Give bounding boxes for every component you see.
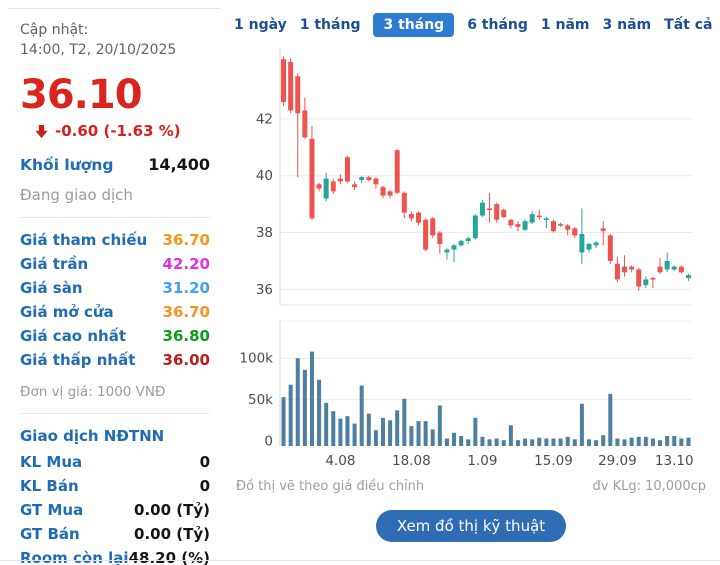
price-row-value: 31.20 bbox=[163, 279, 210, 297]
price-row-label: Giá tham chiếu bbox=[20, 231, 147, 249]
update-timestamp: 14:00, T2, 20/10/2025 bbox=[20, 41, 210, 61]
foreign-row-kl-ban: KL Bán 0 bbox=[20, 477, 210, 495]
foreign-row-value: 0.00 (Tỷ) bbox=[134, 525, 210, 543]
tab-tat-ca[interactable]: Tất cả bbox=[664, 17, 712, 33]
tab-1-thang[interactable]: 1 tháng bbox=[300, 17, 361, 33]
svg-text:1.09: 1.09 bbox=[467, 453, 497, 469]
update-label: Cập nhật: bbox=[20, 21, 210, 41]
update-time: Cập nhật: 14:00, T2, 20/10/2025 bbox=[20, 21, 210, 60]
price-row-value: 36.00 bbox=[163, 351, 210, 369]
volume-bar-chart: 0 50k 100k 4.08 18.08 1.09 15.09 29.09 13.10 bbox=[230, 315, 712, 475]
charts-area: 36 38 40 42 0 50k 100k 4.08 18.08 1.09 15.09 29.09… bbox=[230, 43, 712, 475]
svg-text:40: 40 bbox=[256, 168, 273, 184]
svg-text:13.10: 13.10 bbox=[655, 453, 694, 469]
tab-1-nam[interactable]: 1 năm bbox=[541, 17, 590, 33]
svg-text:29.09: 29.09 bbox=[598, 453, 637, 469]
chart-panel: 1 ngày 1 tháng 3 tháng 6 tháng 1 năm 3 n… bbox=[230, 0, 712, 542]
price-row-high: Giá cao nhất 36.80 bbox=[20, 327, 210, 345]
trading-status: Đang giao dịch bbox=[20, 186, 210, 204]
price-candlestick-chart: 36 38 40 42 bbox=[230, 43, 712, 315]
foreign-row-gt-ban: GT Bán 0.00 (Tỷ) bbox=[20, 525, 210, 543]
svg-text:38: 38 bbox=[256, 225, 273, 241]
arrow-down-icon bbox=[34, 124, 49, 139]
time-range-tabs: 1 ngày 1 tháng 3 tháng 6 tháng 1 năm 3 n… bbox=[230, 0, 712, 43]
price-row-value: 42.20 bbox=[163, 255, 210, 273]
price-row-ceiling: Giá trần 42.20 bbox=[20, 255, 210, 273]
svg-text:18.08: 18.08 bbox=[392, 453, 431, 469]
price-row-label: Giá thấp nhất bbox=[20, 351, 135, 369]
svg-text:42: 42 bbox=[256, 111, 273, 127]
price-row-value: 36.80 bbox=[163, 327, 210, 345]
price-row-value: 36.70 bbox=[163, 303, 210, 321]
button-row: Xem đồ thị kỹ thuật bbox=[230, 510, 712, 542]
foreign-row-value: 48.20 (%) bbox=[129, 549, 210, 565]
foreign-trading-header: Giao dịch NĐTNN bbox=[20, 427, 210, 445]
foreign-row-value: 0 bbox=[200, 453, 210, 471]
price-unit-note: Đơn vị giá: 1000 VNĐ bbox=[20, 384, 210, 400]
price-row-label: Giá sàn bbox=[20, 279, 83, 297]
foreign-row-label: GT Mua bbox=[20, 501, 83, 519]
svg-text:4.08: 4.08 bbox=[325, 453, 355, 469]
price-row-floor: Giá sàn 31.20 bbox=[20, 279, 210, 297]
tab-6-thang[interactable]: 6 tháng bbox=[467, 17, 528, 33]
foreign-row-gt-mua: GT Mua 0.00 (Tỷ) bbox=[20, 501, 210, 519]
technical-chart-button[interactable]: Xem đồ thị kỹ thuật bbox=[376, 510, 566, 542]
foreign-row-kl-mua: KL Mua 0 bbox=[20, 453, 210, 471]
foreign-row-value: 0.00 (Tỷ) bbox=[134, 501, 210, 519]
tab-3-nam[interactable]: 3 năm bbox=[603, 17, 652, 33]
price-change-row: -0.60 (-1.63 %) bbox=[34, 122, 210, 140]
foreign-row-label: KL Bán bbox=[20, 477, 79, 495]
svg-text:0: 0 bbox=[264, 434, 273, 450]
price-row-value: 36.70 bbox=[163, 231, 210, 249]
price-row-open: Giá mở cửa 36.70 bbox=[20, 303, 210, 321]
foreign-row-label: GT Bán bbox=[20, 525, 80, 543]
price-row-label: Giá mở cửa bbox=[20, 303, 114, 321]
price-row-reference: Giá tham chiếu 36.70 bbox=[20, 231, 210, 249]
svg-text:36: 36 bbox=[256, 282, 273, 298]
stock-quote-page: Cập nhật: 14:00, T2, 20/10/2025 36.10 -0… bbox=[0, 0, 720, 565]
quote-sidebar: Cập nhật: 14:00, T2, 20/10/2025 36.10 -0… bbox=[8, 8, 220, 565]
price-row-label: Giá cao nhất bbox=[20, 327, 126, 345]
adjusted-price-note: Đồ thị vẽ theo giá điều chỉnh bbox=[236, 479, 424, 494]
divider bbox=[20, 217, 210, 218]
chart-footnotes: Đồ thị vẽ theo giá điều chỉnh đv KLg: 10… bbox=[230, 475, 712, 494]
tab-1-ngay[interactable]: 1 ngày bbox=[234, 17, 287, 33]
volume-row: Khối lượng 14,400 bbox=[20, 155, 210, 174]
svg-text:15.09: 15.09 bbox=[534, 453, 573, 469]
volume-label: Khối lượng bbox=[20, 156, 114, 174]
page-bottom-divider bbox=[0, 560, 720, 561]
foreign-row-label: Room còn lại bbox=[20, 549, 129, 565]
foreign-row-room: Room còn lại 48.20 (%) bbox=[20, 549, 210, 565]
foreign-row-value: 0 bbox=[200, 477, 210, 495]
svg-text:50k: 50k bbox=[248, 392, 273, 408]
foreign-row-label: KL Mua bbox=[20, 453, 82, 471]
price-row-low: Giá thấp nhất 36.00 bbox=[20, 351, 210, 369]
current-price: 36.10 bbox=[20, 74, 210, 116]
svg-text:100k: 100k bbox=[239, 351, 273, 367]
divider bbox=[20, 413, 210, 414]
tab-3-thang[interactable]: 3 tháng bbox=[373, 13, 454, 37]
price-change-value: -0.60 (-1.63 %) bbox=[55, 122, 181, 140]
volume-unit-note: đv KLg: 10,000cp bbox=[593, 479, 707, 494]
volume-value: 14,400 bbox=[148, 155, 210, 174]
price-row-label: Giá trần bbox=[20, 255, 88, 273]
